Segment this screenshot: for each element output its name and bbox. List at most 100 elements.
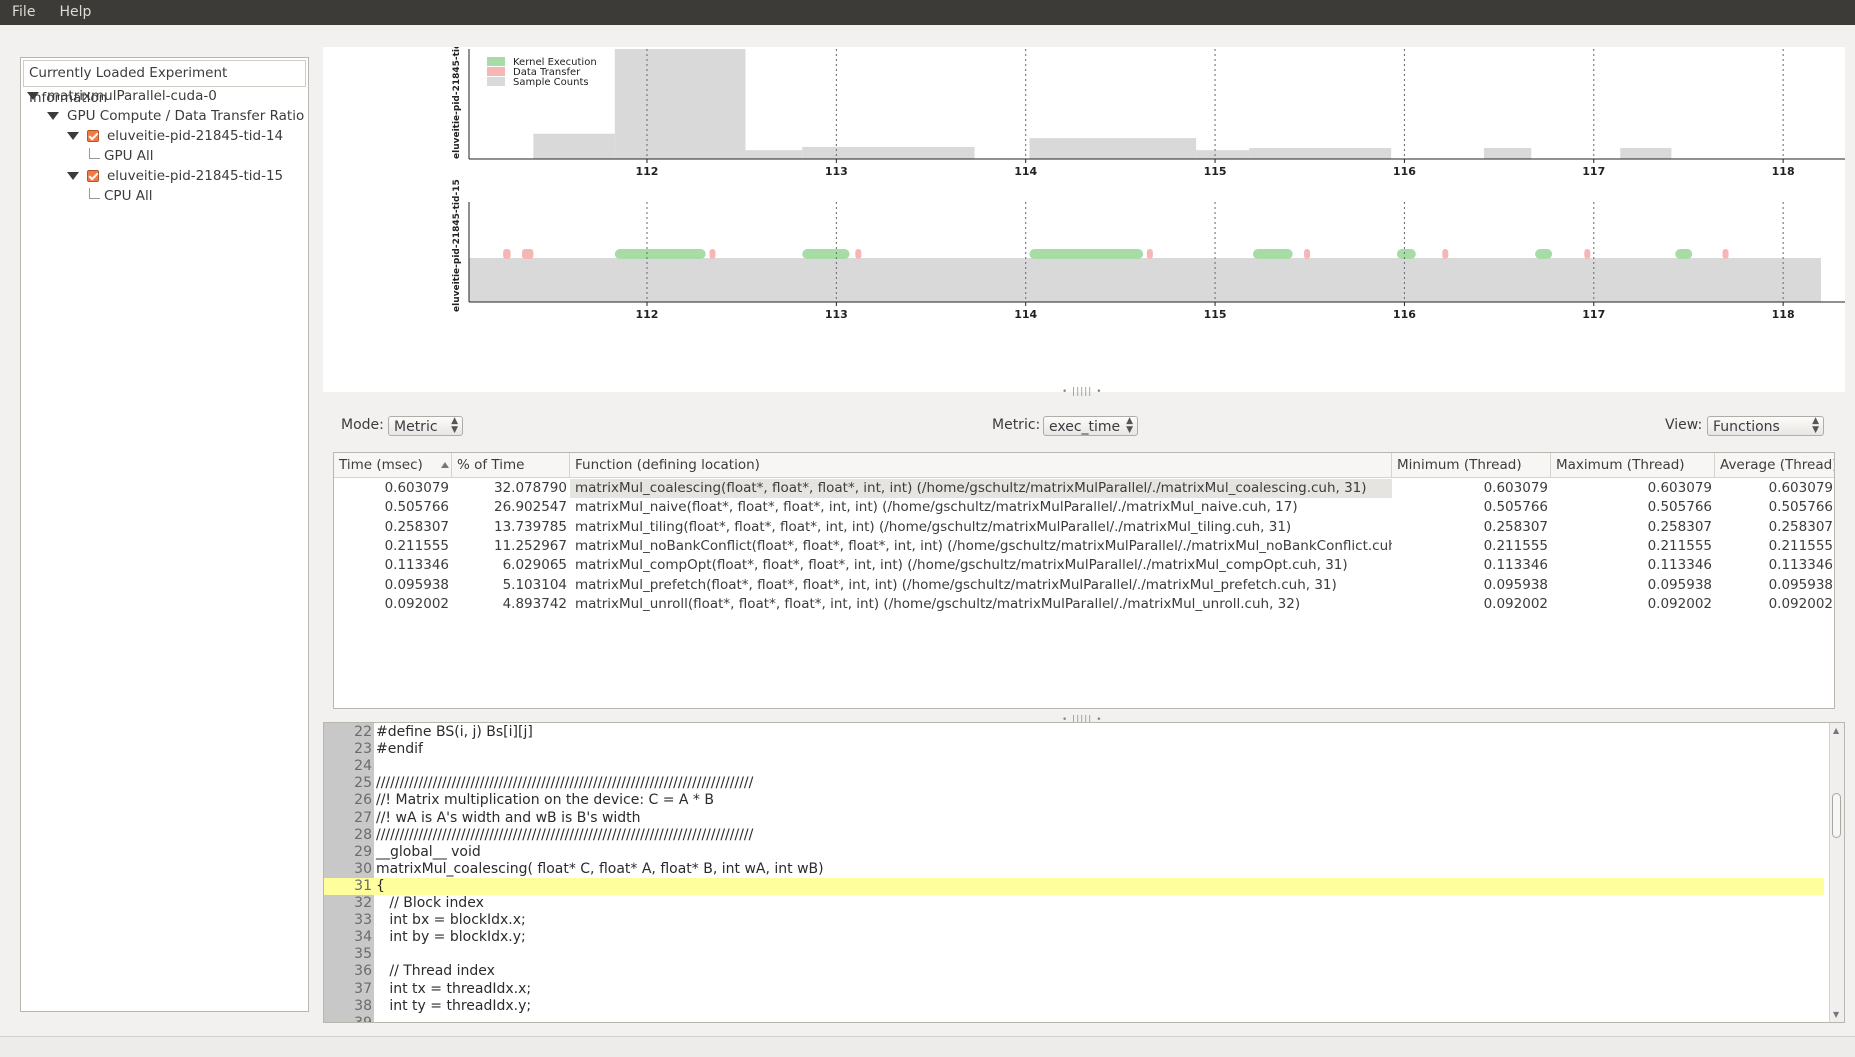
table-row[interactable]: 0.505766 26.902547 matrixMul_naive(float*,… [334, 498, 1834, 517]
table-row[interactable]: 0.092002 4.893742 matrixMul_unroll(float*,… [334, 595, 1834, 614]
expand-triangle-icon[interactable] [27, 92, 39, 100]
data-transfer-bar [1304, 249, 1311, 259]
column-header-time[interactable]: Time (msec) [334, 453, 452, 477]
line-number: 29 [354, 843, 372, 860]
x-tick-label: 118 [1772, 308, 1795, 321]
cell-minimum: 0.211555 [1483, 537, 1548, 554]
line-number: 25 [354, 775, 372, 792]
code-text: #define BS(i, j) Bs[i][j] [376, 724, 533, 740]
tree-item-group[interactable]: GPU Compute / Data Transfer Ratio [47, 106, 304, 126]
tree-item-thread-14[interactable]: eluveitie-pid-21845-tid-14 [67, 126, 283, 146]
menu-file[interactable]: File [0, 0, 47, 25]
updown-arrow-icon: ▲ ▼ [451, 416, 458, 435]
line-number: 30 [354, 860, 372, 877]
thread-14-checkbox[interactable] [87, 130, 99, 142]
metric-select-value: exec_time [1049, 419, 1121, 435]
tree-item-experiment[interactable]: matrixmulParallel-cuda-0 [27, 86, 217, 106]
splitter-handle-icon[interactable]: • ||||| • [1062, 387, 1103, 397]
x-tick-label: 115 [1204, 165, 1227, 178]
cell-percent: 32.078790 [493, 480, 567, 496]
cell-percent: 13.739785 [493, 518, 567, 535]
table-row[interactable]: 0.095938 5.103104 matrixMul_prefetch(float… [334, 576, 1834, 595]
table-row[interactable]: 0.211555 11.252967 matrixMul_noBankConflic… [334, 537, 1834, 556]
source-line: 34 int by = blockIdx.y; [324, 929, 1824, 946]
column-header-percent[interactable]: % of Time [452, 453, 570, 477]
x-tick-label: 112 [636, 308, 659, 321]
source-line: 28//////////////////////////////////////… [324, 827, 1824, 844]
sample-count-bar [533, 133, 615, 159]
cell-time: 0.095938 [384, 576, 449, 593]
cell-time: 0.092002 [384, 595, 449, 612]
source-line: 27//! wA is A's width and wB is B's widt… [324, 810, 1824, 827]
code-text: { [376, 877, 385, 894]
data-transfer-bar [1442, 249, 1449, 259]
tree-branch-icon [89, 188, 100, 199]
source-code-view[interactable]: 22 #define BS(i, j) Bs[i][j] 23 #endif 24 25/… [323, 722, 1845, 1023]
scroll-up-arrow-icon[interactable]: ▲ [1833, 726, 1839, 735]
cell-maximum: 0.211555 [1647, 537, 1712, 554]
x-tick-label: 114 [1014, 308, 1037, 321]
source-line: 35 [324, 946, 1824, 963]
tree-item-gpu-all[interactable]: GPU All [89, 146, 154, 166]
legend-swatch [487, 77, 505, 86]
cell-function: matrixMul_tiling(float*, float*, float*,… [575, 518, 1292, 535]
line-number: 22 [354, 724, 372, 740]
code-text: int ty = threadIdx.y; [376, 997, 532, 1014]
status-bar [0, 1036, 1855, 1057]
table-row[interactable]: 0.603079 32.078790 matrixMul_coalescing(fl… [334, 479, 1834, 498]
line-number: 32 [354, 895, 372, 911]
source-line: 23 #endif [324, 741, 1824, 758]
cell-minimum: 0.113346 [1483, 557, 1548, 574]
cell-average: 0.092002 [1768, 595, 1833, 612]
view-label: View: [1665, 417, 1703, 433]
x-tick-label: 112 [636, 165, 659, 178]
code-text: int by = blockIdx.y; [376, 929, 526, 946]
column-header-minimum[interactable]: Minimum (Thread) [1392, 453, 1551, 477]
scrollbar-thumb[interactable] [1832, 793, 1841, 838]
thread-15-checkbox[interactable] [87, 170, 99, 182]
tree-item-label: matrixmulParallel-cuda-0 [47, 88, 217, 104]
source-line: 39 [324, 1015, 1824, 1022]
x-tick-label: 114 [1014, 165, 1037, 178]
code-text: ////////////////////////////////////////… [376, 775, 754, 792]
legend-swatch [487, 67, 505, 76]
cell-maximum: 0.603079 [1647, 480, 1712, 496]
source-line: 33 int bx = blockIdx.x; [324, 912, 1824, 929]
tree-item-label: CPU All [104, 188, 153, 204]
menu-bar: File Help [0, 0, 1855, 25]
updown-arrow-icon: ▲ ▼ [1126, 416, 1133, 435]
expand-triangle-icon[interactable] [67, 172, 79, 180]
data-transfer-bar [1722, 249, 1729, 259]
cell-time: 0.258307 [384, 518, 449, 535]
table-row[interactable]: 0.258307 13.739785 matrixMul_tiling(float*… [334, 518, 1834, 537]
cell-average: 0.258307 [1768, 518, 1833, 535]
view-select[interactable]: Functions ▲ ▼ [1707, 416, 1824, 436]
mode-label: Mode: [341, 417, 384, 433]
expand-triangle-icon[interactable] [47, 112, 59, 120]
tree-item-cpu-all[interactable]: CPU All [89, 186, 152, 206]
view-select-value: Functions [1713, 419, 1780, 435]
metric-label: Metric: [992, 417, 1041, 433]
metric-select[interactable]: exec_time ▲ ▼ [1043, 416, 1138, 436]
sample-count-bar [1029, 138, 1197, 159]
table-row[interactable]: 0.113346 6.029065 matrixMul_compOpt(float*… [334, 556, 1834, 575]
mode-select[interactable]: Metric ▲ ▼ [388, 416, 463, 436]
menu-help[interactable]: Help [47, 0, 103, 25]
cell-maximum: 0.505766 [1647, 499, 1712, 516]
experiment-tree-panel: Currently Loaded Experiment Information … [20, 57, 309, 1012]
mode-select-value: Metric [394, 419, 438, 435]
scroll-down-arrow-icon[interactable]: ▼ [1833, 1010, 1839, 1019]
column-header-function[interactable]: Function (defining location) [570, 453, 1392, 477]
tree-item-thread-15[interactable]: eluveitie-pid-21845-tid-15 [67, 166, 283, 186]
expand-triangle-icon[interactable] [67, 132, 79, 140]
metrics-table: Time (msec) % of Time Function (defining… [333, 452, 1835, 709]
column-header-average[interactable]: Average (Thread) [1715, 453, 1834, 477]
line-number: 35 [354, 946, 372, 963]
cell-average: 0.505766 [1768, 499, 1833, 516]
source-vertical-scrollbar[interactable]: ▲ ▼ [1829, 723, 1844, 1022]
legend-swatch [487, 57, 505, 66]
column-header-maximum[interactable]: Maximum (Thread) [1551, 453, 1715, 477]
x-tick-label: 113 [825, 165, 848, 178]
sample-count-band [469, 258, 1821, 302]
cell-function: matrixMul_unroll(float*, float*, float*,… [575, 595, 1301, 612]
